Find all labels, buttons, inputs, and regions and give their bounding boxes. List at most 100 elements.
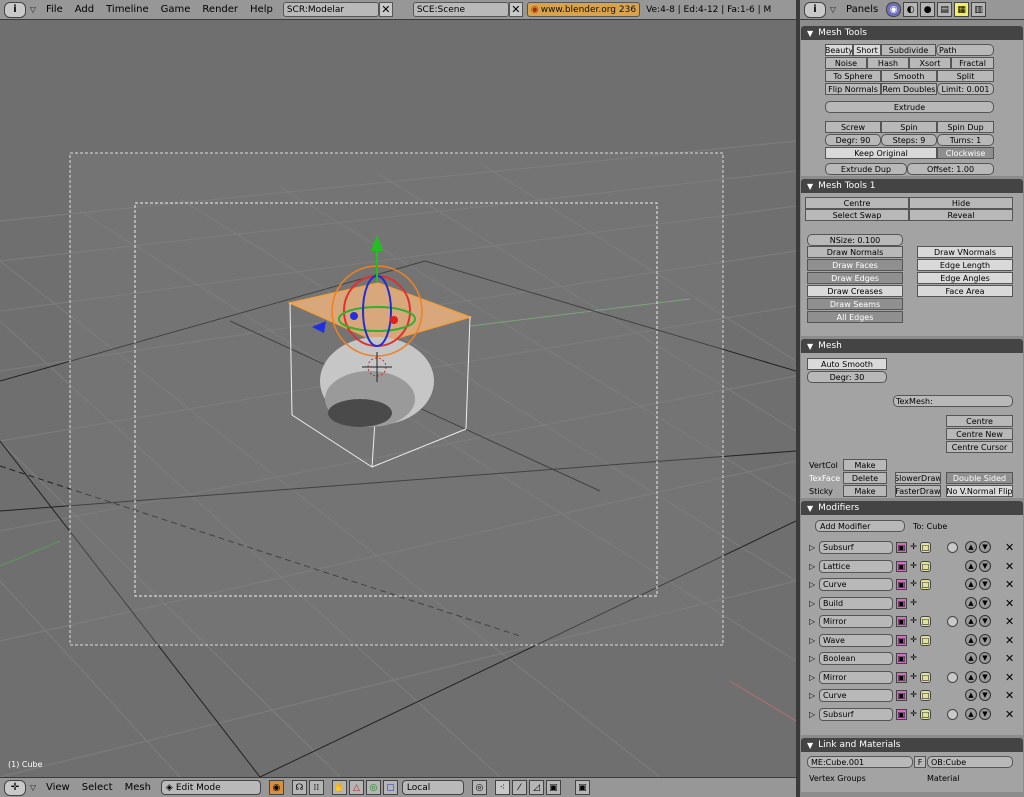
render-toggle-icon[interactable]: ▣ — [896, 542, 907, 553]
modifier-name-field[interactable]: Build — [819, 596, 893, 610]
nsize-field[interactable]: NSize: 0.100 — [807, 234, 903, 246]
short-toggle[interactable]: Short — [853, 44, 881, 56]
editmode-toggle-icon[interactable]: ✛ — [908, 542, 919, 553]
mesh-tools-header[interactable]: ▼ Mesh Tools — [801, 26, 1023, 40]
scene-selector[interactable]: SCE:Scene — [412, 2, 509, 17]
move-up-icon[interactable]: ▲ — [965, 689, 977, 701]
render-snapshot-icon[interactable]: ▣ — [574, 780, 590, 795]
expand-modifier-icon[interactable]: ▷ — [809, 710, 815, 719]
info-window-icon[interactable]: i — [4, 1, 26, 18]
vertcol-make-button[interactable]: Make — [843, 459, 887, 471]
select-swap-button[interactable]: Select Swap — [805, 209, 909, 221]
extrude-dup-button[interactable]: Extrude Dup — [825, 163, 907, 175]
render-toggle-icon[interactable]: ▣ — [896, 671, 907, 683]
expand-modifier-icon[interactable]: ▷ — [809, 543, 815, 552]
draw-edges-toggle[interactable]: Draw Edges — [807, 272, 903, 284]
modifier-name-field[interactable]: Subsurf — [819, 541, 893, 554]
spin-button[interactable]: Spin — [881, 121, 937, 133]
menu-mesh[interactable]: Mesh — [119, 782, 157, 793]
expand-modifier-icon[interactable]: ▷ — [809, 654, 815, 663]
move-down-icon[interactable]: ▼ — [979, 615, 991, 627]
move-up-icon[interactable]: ▲ — [965, 670, 977, 683]
apply-icon[interactable] — [947, 616, 958, 627]
beauty-toggle[interactable]: Beauty — [825, 44, 853, 56]
delete-modifier-icon[interactable]: ✕ — [1005, 578, 1014, 591]
modifier-name-field[interactable]: Boolean — [819, 652, 893, 665]
draw-creases-toggle[interactable]: Draw Creases — [807, 285, 903, 297]
fractal-button[interactable]: Fractal — [951, 57, 994, 69]
move-down-icon[interactable]: ▼ — [979, 707, 991, 720]
editmode-toggle-icon[interactable]: ✛ — [908, 690, 919, 701]
collapse-panels-header-icon[interactable]: ▽ — [826, 5, 840, 14]
steps-field[interactable]: Steps: 9 — [881, 134, 937, 146]
cage-toggle-icon[interactable]: □ — [920, 708, 931, 720]
apply-icon[interactable] — [947, 542, 958, 553]
translate-manipulator-icon[interactable]: △ — [348, 780, 364, 795]
delete-modifier-icon[interactable]: ✕ — [1005, 615, 1014, 628]
move-up-icon[interactable]: ▲ — [965, 559, 977, 572]
rem-doubles-button[interactable]: Rem Doubles — [881, 83, 937, 95]
3d-viewport[interactable]: (1) Cube — [0, 21, 796, 777]
screen-selector[interactable]: SCR:Modelar — [282, 2, 379, 17]
buttons-window-icon[interactable]: i — [804, 1, 826, 18]
delete-scene-button[interactable]: ✕ — [508, 2, 523, 17]
expand-modifier-icon[interactable]: ▷ — [809, 562, 815, 571]
vertex-select-icon[interactable]: ⁖ — [494, 780, 510, 795]
editmode-toggle-icon[interactable]: ✛ — [908, 579, 919, 590]
render-toggle-icon[interactable]: ▣ — [896, 653, 907, 664]
modifier-name-field[interactable]: Lattice — [819, 559, 893, 573]
edge-angles-toggle[interactable]: Edge Angles — [917, 272, 1013, 284]
move-down-icon[interactable]: ▼ — [979, 633, 991, 646]
turns-field[interactable]: Turns: 1 — [937, 134, 994, 146]
object-name-field[interactable]: OB:Cube — [927, 756, 1013, 768]
faster-draw-button[interactable]: FasterDraw — [895, 485, 941, 497]
delete-modifier-icon[interactable]: ✕ — [1005, 560, 1014, 573]
cage-toggle-icon[interactable]: □ — [920, 616, 931, 627]
script-context-icon[interactable]: ◐ — [903, 2, 919, 17]
cage-toggle-icon[interactable]: □ — [920, 634, 931, 646]
move-down-icon[interactable]: ▼ — [979, 670, 991, 683]
apply-icon[interactable] — [947, 671, 958, 683]
edge-select-icon[interactable]: ⁄ — [511, 780, 527, 795]
fake-user-button[interactable]: F — [914, 756, 926, 768]
hand-manipulator-icon[interactable]: ✋ — [331, 780, 347, 795]
object-context-icon[interactable]: ▤ — [937, 2, 953, 17]
draw-type-icon[interactable]: ◉ — [268, 780, 284, 795]
auto-smooth-degr-field[interactable]: Degr: 30 — [807, 371, 887, 383]
gizmo-x-handle[interactable] — [390, 316, 398, 324]
add-modifier-dropdown[interactable]: Add Modifier — [815, 520, 905, 532]
cage-toggle-icon[interactable]: □ — [920, 690, 931, 701]
sticky-make-button[interactable]: Make — [843, 485, 887, 497]
mesh-datablock-field[interactable]: ME:Cube.001 — [807, 756, 913, 768]
delete-modifier-icon[interactable]: ✕ — [1005, 634, 1014, 647]
face-area-toggle[interactable]: Face Area — [917, 285, 1013, 297]
move-up-icon[interactable]: ▲ — [965, 596, 977, 609]
menu-timeline[interactable]: Timeline — [100, 0, 155, 20]
screw-button[interactable]: Screw — [825, 121, 881, 133]
render-toggle-icon[interactable]: ▣ — [896, 708, 907, 720]
delete-modifier-icon[interactable]: ✕ — [1005, 708, 1014, 721]
slower-draw-button[interactable]: SlowerDraw — [895, 472, 941, 484]
expand-modifier-icon[interactable]: ▷ — [809, 691, 815, 700]
mesh-tools-1-header[interactable]: ▼ Mesh Tools 1 — [801, 179, 1023, 193]
move-down-icon[interactable]: ▼ — [979, 578, 991, 590]
collapse-view-header-icon[interactable]: ▽ — [26, 783, 40, 792]
scale-manipulator-icon[interactable]: ▢ — [382, 780, 398, 795]
texmesh-field[interactable]: TexMesh: — [893, 395, 1013, 407]
delete-modifier-icon[interactable]: ✕ — [1005, 597, 1014, 610]
extrude-button[interactable]: Extrude — [825, 101, 994, 113]
render-toggle-icon[interactable]: ▣ — [896, 616, 907, 627]
mesh-header[interactable]: ▼ Mesh — [801, 339, 1023, 353]
move-down-icon[interactable]: ▼ — [979, 541, 991, 553]
hide-button[interactable]: Hide — [909, 197, 1013, 209]
draw-normals-toggle[interactable]: Draw Normals — [807, 246, 903, 258]
editmode-toggle-icon[interactable]: ✛ — [908, 635, 919, 646]
menu-game[interactable]: Game — [155, 0, 197, 20]
to-sphere-button[interactable]: To Sphere — [825, 70, 881, 82]
split-button[interactable]: Split — [937, 70, 994, 82]
cage-toggle-icon[interactable]: □ — [920, 560, 931, 572]
delete-modifier-icon[interactable]: ✕ — [1005, 671, 1014, 684]
modifier-name-field[interactable]: Mirror — [819, 670, 893, 684]
move-up-icon[interactable]: ▲ — [965, 633, 977, 646]
delete-screen-button[interactable]: ✕ — [378, 2, 393, 17]
